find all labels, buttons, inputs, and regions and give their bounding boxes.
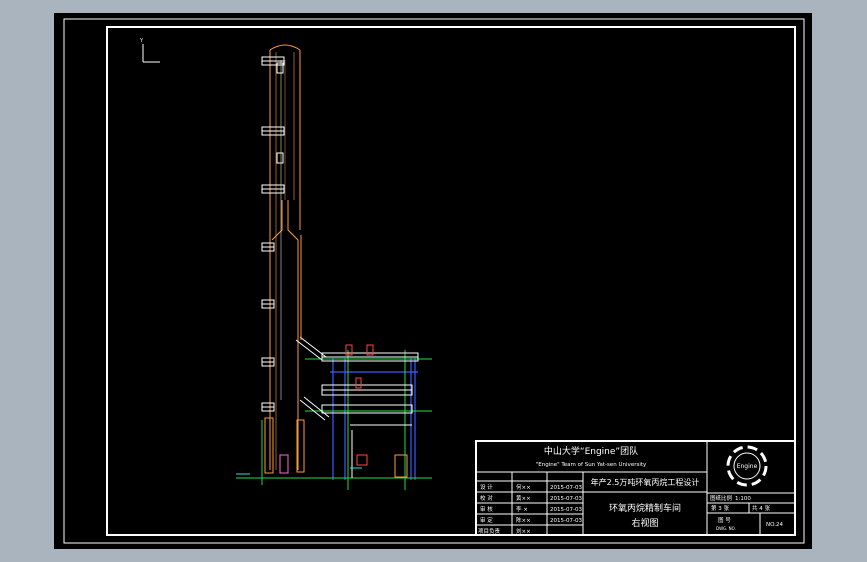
view-name: 右视图: [631, 517, 658, 529]
role-date: 2015-07-03: [550, 518, 582, 524]
engine-logo: Engine: [726, 445, 768, 487]
role-label: 项目负责: [478, 527, 501, 535]
scale-value: 1:100: [735, 496, 751, 502]
role-date: 2015-07-03: [550, 507, 582, 513]
role-label: 校 对: [480, 494, 493, 502]
role-label: 审 定: [480, 516, 493, 524]
ucs-label: Y: [139, 38, 144, 44]
scale-label: 图纸比例: [710, 494, 733, 502]
inner-frame: [106, 26, 796, 536]
outer-frame: [63, 18, 805, 544]
project-name: 年产2.5万吨环氧丙烷工程设计: [591, 477, 700, 487]
org-name-en: "Engine" Team of Sun Yat-sen University: [536, 462, 647, 468]
sheet-total: 共 4 张: [752, 504, 770, 512]
role-person: 刘××: [516, 527, 531, 535]
drawing-no-sub: DWG. NO.: [716, 526, 736, 531]
role-person: 黄××: [516, 494, 531, 502]
drawing-title: 环氧丙烷精制车间: [609, 502, 681, 514]
role-date: 2015-07-03: [550, 496, 582, 502]
role-person: 李 ×: [516, 505, 528, 513]
org-name-cn: 中山大学“Engine”团队: [544, 445, 638, 457]
role-person: 陈××: [516, 516, 531, 524]
role-label: 设 计: [480, 483, 493, 491]
drawing-no-value: NO.24: [766, 522, 783, 528]
role-table: 设 计 何×× 2015-07-03 校 对 黄×× 2015-07-03 审 …: [478, 483, 582, 535]
drawing-sheet: Y Engine 中山大学“Engine”团队 "Engine" Team of…: [63, 18, 805, 544]
logo-text: Engine: [737, 463, 758, 470]
ucs-icon: Y: [139, 38, 160, 63]
drawing-no-label: 图 号: [718, 516, 731, 524]
role-label: 审 核: [480, 505, 493, 513]
role-person: 何××: [516, 483, 531, 491]
sheet-number: 第 3 张: [711, 504, 729, 512]
distillation-column: [261, 44, 305, 474]
role-date: 2015-07-03: [550, 485, 582, 491]
